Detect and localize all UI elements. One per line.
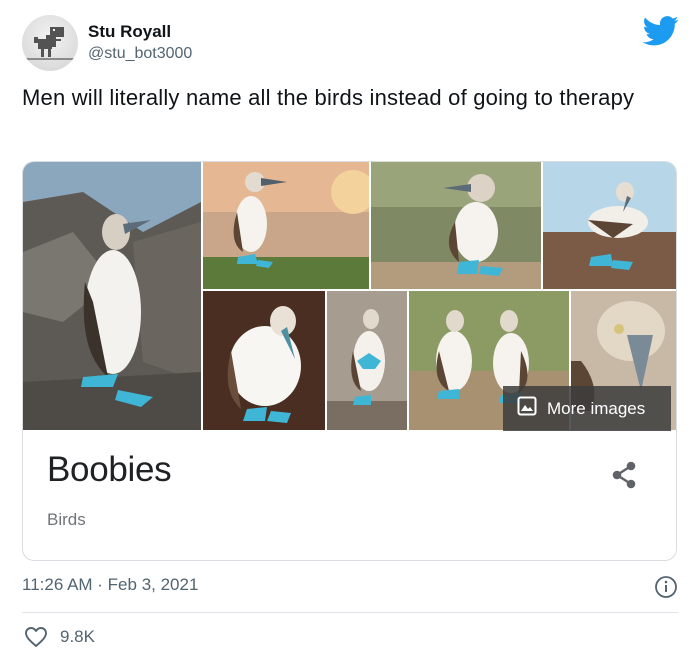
twitter-bird-icon xyxy=(642,16,679,51)
heart-icon[interactable] xyxy=(24,626,48,653)
author-handle[interactable]: @stu_bot3000 xyxy=(88,45,192,63)
info-icon[interactable] xyxy=(654,575,678,604)
more-images-button[interactable]: More images xyxy=(503,386,671,431)
search-result-card[interactable]: More images Boobies Birds xyxy=(22,161,677,561)
author-name[interactable]: Stu Royall xyxy=(88,22,171,42)
avatar[interactable] xyxy=(22,15,78,71)
share-icon[interactable] xyxy=(610,460,638,495)
tweet-text: Men will literally name all the birds in… xyxy=(22,85,635,110)
booby-image-2[interactable] xyxy=(203,162,369,289)
like-count[interactable]: 9.8K xyxy=(60,627,95,647)
more-images-label: More images xyxy=(547,398,646,418)
image-icon xyxy=(517,396,537,421)
card-subtitle: Birds xyxy=(47,510,86,529)
tweet-timestamp[interactable]: 11:26 AM · Feb 3, 2021 xyxy=(22,575,198,595)
booby-image-3[interactable] xyxy=(371,162,541,289)
booby-image-5[interactable] xyxy=(203,291,325,430)
booby-image-1[interactable] xyxy=(23,162,201,430)
booby-image-6[interactable] xyxy=(327,291,407,430)
divider xyxy=(22,612,678,613)
booby-image-4[interactable] xyxy=(543,162,676,289)
card-title: Boobies xyxy=(47,450,172,489)
